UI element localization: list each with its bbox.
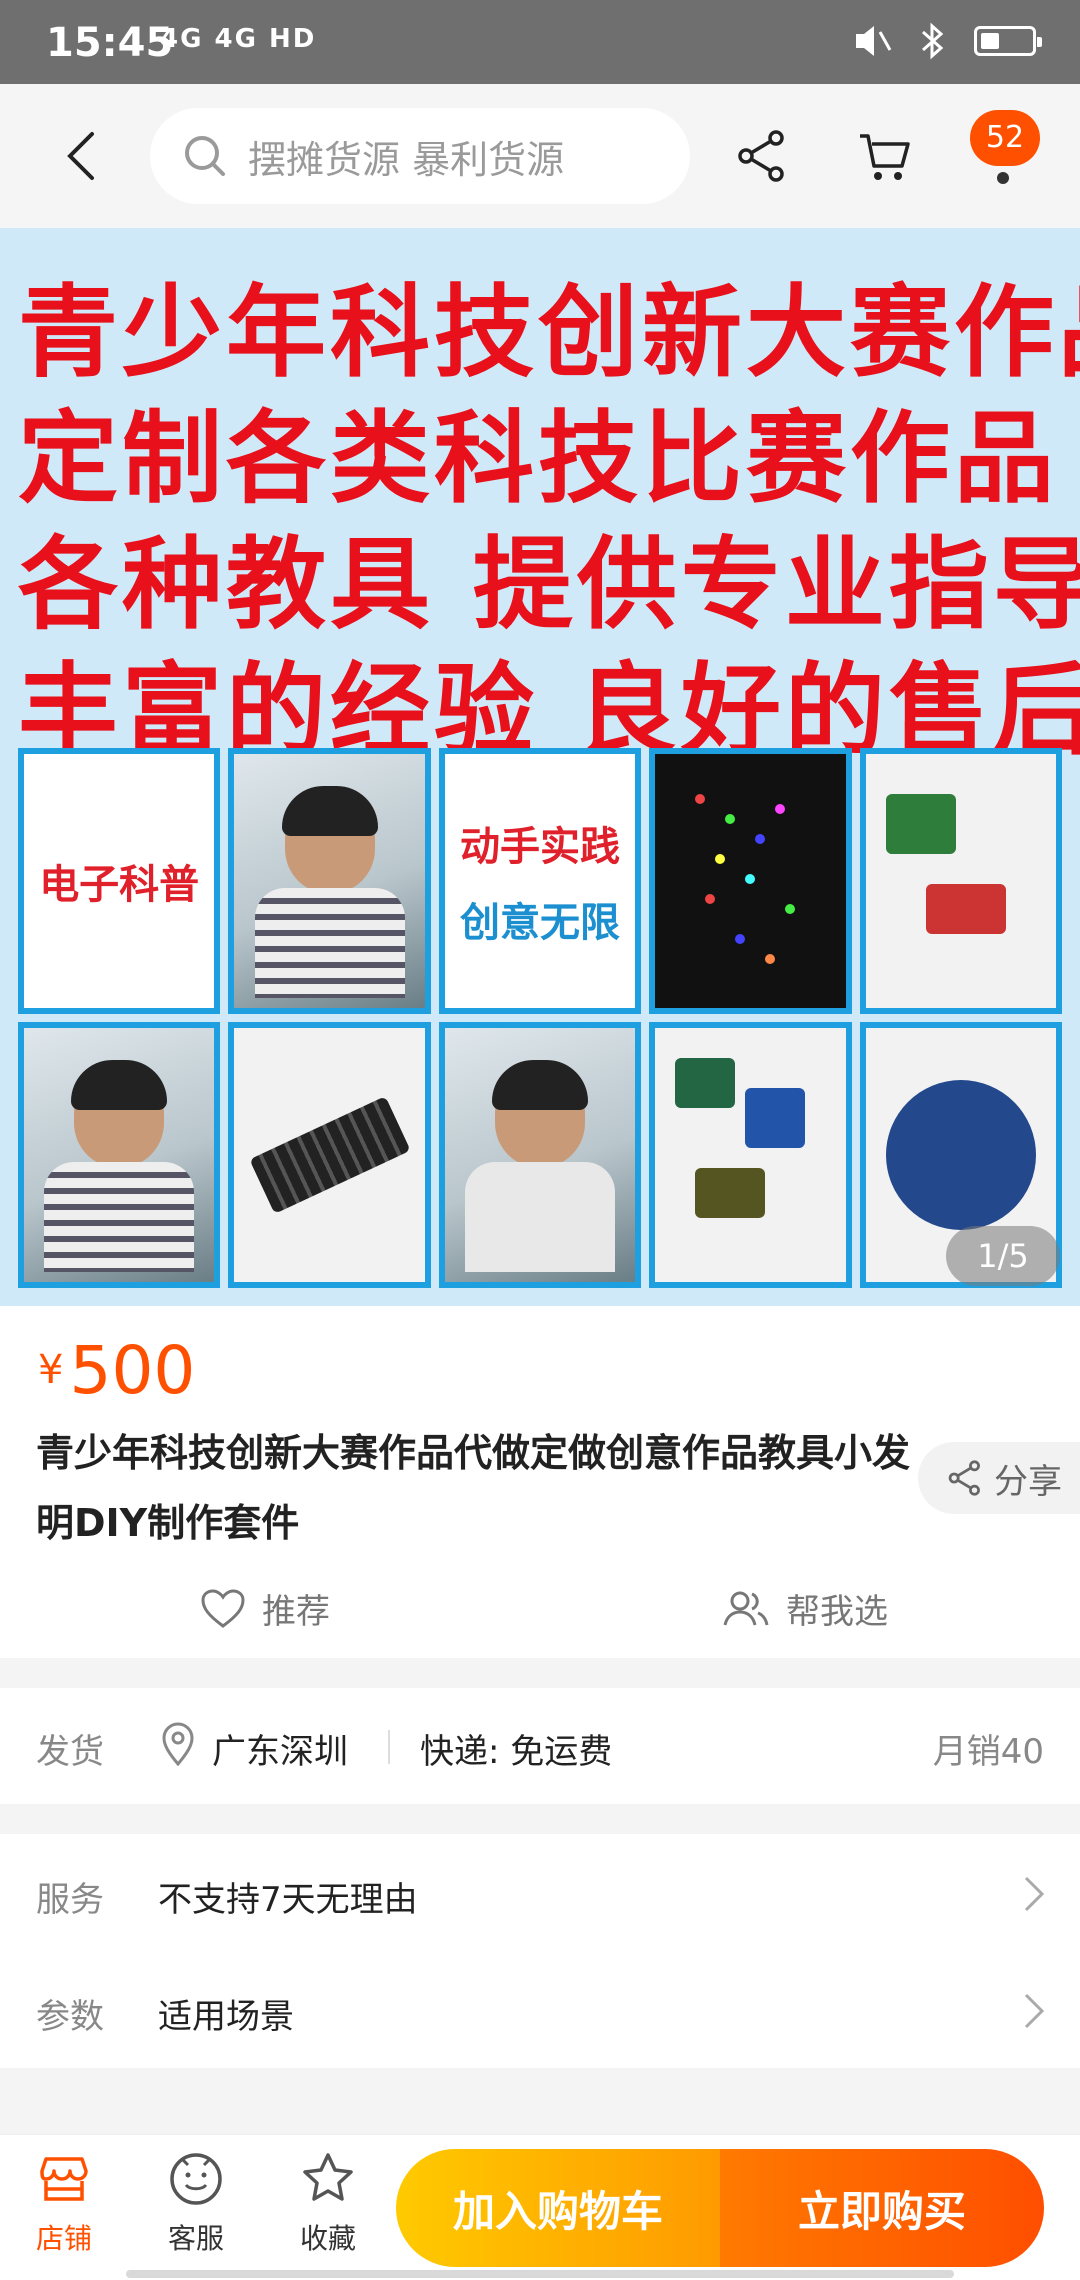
search-input[interactable]: 摆摊货源 暴利货源 xyxy=(150,108,690,204)
photo-kid-working xyxy=(18,1022,221,1288)
service-card: 服务 不支持7天无理由 参数 适用场景 xyxy=(0,1834,1080,2068)
currency-symbol: ¥ xyxy=(38,1347,64,1393)
photo-robot xyxy=(228,1022,431,1288)
bluetooth-icon xyxy=(922,22,944,60)
shipping-label: 发货 xyxy=(36,1732,104,1772)
search-icon xyxy=(185,136,225,176)
share-icon xyxy=(948,1460,980,1496)
chevron-right-icon xyxy=(1024,1993,1045,2029)
cart-count-badge[interactable]: 52 xyxy=(970,110,1040,166)
customer-service-icon xyxy=(170,2153,222,2205)
product-price: ¥500 xyxy=(38,1332,195,1409)
photo-led-cube xyxy=(649,748,852,1014)
banner-line: 青少年科技创新大赛作品 xyxy=(18,274,1080,391)
params-label: 参数 xyxy=(36,1997,104,2037)
share-label: 分享 xyxy=(994,1461,1062,1502)
photo-kid-building xyxy=(438,1022,642,1288)
banner-line: 定制各类科技比赛作品 xyxy=(18,400,1058,517)
shipping-location: 广东深圳 xyxy=(212,1732,348,1772)
tab-favorite[interactable]: 收藏 xyxy=(278,2151,378,2257)
top-nav: 摆摊货源 暴利货源 52 xyxy=(0,84,1080,228)
heart-icon xyxy=(201,1588,245,1628)
search-placeholder: 摆摊货源 暴利货源 xyxy=(248,137,565,182)
carousel-pager: 1/5 xyxy=(946,1226,1060,1286)
tile-electronics-label: 电子科普 xyxy=(39,862,200,908)
tab-store-label: 店铺 xyxy=(35,2222,92,2255)
status-icons xyxy=(850,22,1042,60)
share-icon[interactable] xyxy=(734,128,790,184)
recommend-label: 推荐 xyxy=(262,1592,330,1632)
cart-icon[interactable] xyxy=(856,128,912,184)
people-icon xyxy=(723,1591,769,1625)
status-bar: 15:45 4G 4G HD xyxy=(0,0,1080,84)
params-row[interactable]: 参数 适用场景 xyxy=(0,1951,1080,2068)
status-time: 15:45 xyxy=(46,20,174,66)
tile-creativity-label: 创意无限 xyxy=(459,900,620,946)
buy-now-button[interactable]: 立即购买 xyxy=(720,2149,1044,2267)
help-choose-button[interactable]: 帮我选 xyxy=(722,1584,888,1633)
tab-customer-service-label: 客服 xyxy=(167,2222,224,2255)
photo-speaker-kit xyxy=(859,748,1062,1014)
tab-favorite-label: 收藏 xyxy=(299,2222,356,2255)
more-dot[interactable] xyxy=(997,172,1009,184)
service-label: 服务 xyxy=(36,1880,104,1920)
shipping-row[interactable]: 发货 广东深圳 快递: 免运费 月销40 xyxy=(0,1688,1080,1804)
help-choose-label: 帮我选 xyxy=(786,1592,888,1632)
store-icon xyxy=(40,2157,88,2201)
tab-store[interactable]: 店铺 xyxy=(14,2151,114,2257)
location-icon xyxy=(162,1722,194,1766)
photo-modules xyxy=(649,1022,852,1288)
tile-practice: 动手实践 创意无限 xyxy=(438,748,642,1014)
service-value: 不支持7天无理由 xyxy=(158,1880,418,1920)
bottom-action-bar: 店铺 客服 收藏 加入购物车 立即购买 xyxy=(0,2134,1080,2280)
banner-line: 各种教具 提供专业指导 xyxy=(18,526,1080,643)
product-title: 青少年科技创新大赛作品代做定做创意作品教具小发明DIY制作套件 xyxy=(36,1431,911,1545)
mute-icon xyxy=(856,26,892,56)
tile-electronics: 电子科普 xyxy=(18,748,221,1014)
share-button[interactable]: 分享 xyxy=(918,1442,1080,1514)
back-icon[interactable] xyxy=(58,128,108,184)
shipping-express: 快递: 免运费 xyxy=(420,1732,613,1772)
tile-practice-label: 动手实践 xyxy=(459,824,620,870)
banner-text-block: 青少年科技创新大赛作品 定制各类科技比赛作品 各种教具 提供专业指导 丰富的经验… xyxy=(18,270,1080,774)
recommend-button[interactable]: 推荐 xyxy=(200,1584,330,1633)
tab-customer-service[interactable]: 客服 xyxy=(146,2151,246,2257)
star-icon xyxy=(303,2153,353,2201)
service-row[interactable]: 服务 不支持7天无理由 xyxy=(0,1834,1080,1951)
battery-icon xyxy=(974,26,1042,56)
photo-kid-soldering xyxy=(228,748,431,1014)
product-info-card: ¥500 青少年科技创新大赛作品代做定做创意作品教具小发明DIY制作套件 分享 … xyxy=(0,1306,1080,1658)
banner-photo-grid: 电子科普 动手实践 创意无限 xyxy=(18,748,1062,1288)
chevron-right-icon xyxy=(1024,1876,1045,1912)
monthly-sales: 月销40 xyxy=(932,1732,1044,1772)
network-indicator: 4G 4G HD xyxy=(160,24,317,54)
price-value: 500 xyxy=(69,1332,196,1409)
product-image-carousel[interactable]: 青少年科技创新大赛作品 定制各类科技比赛作品 各种教具 提供专业指导 丰富的经验… xyxy=(0,228,1080,1306)
add-to-cart-button[interactable]: 加入购物车 xyxy=(396,2149,720,2267)
divider xyxy=(388,1730,390,1764)
home-indicator xyxy=(126,2270,954,2278)
params-value: 适用场景 xyxy=(158,1997,294,2037)
